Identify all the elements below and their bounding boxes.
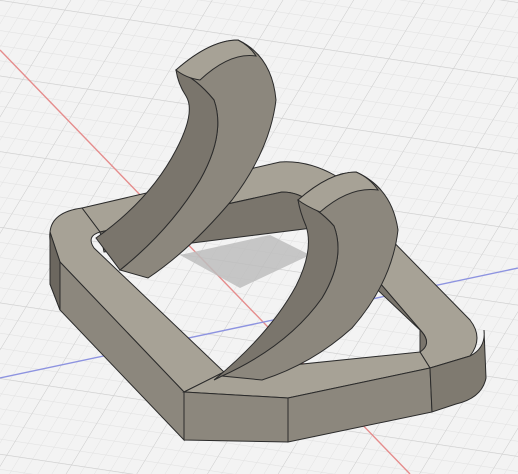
3d-viewport[interactable]: [0, 0, 518, 474]
model-canvas[interactable]: [0, 0, 518, 474]
frame-front-bar-side: [183, 391, 289, 443]
